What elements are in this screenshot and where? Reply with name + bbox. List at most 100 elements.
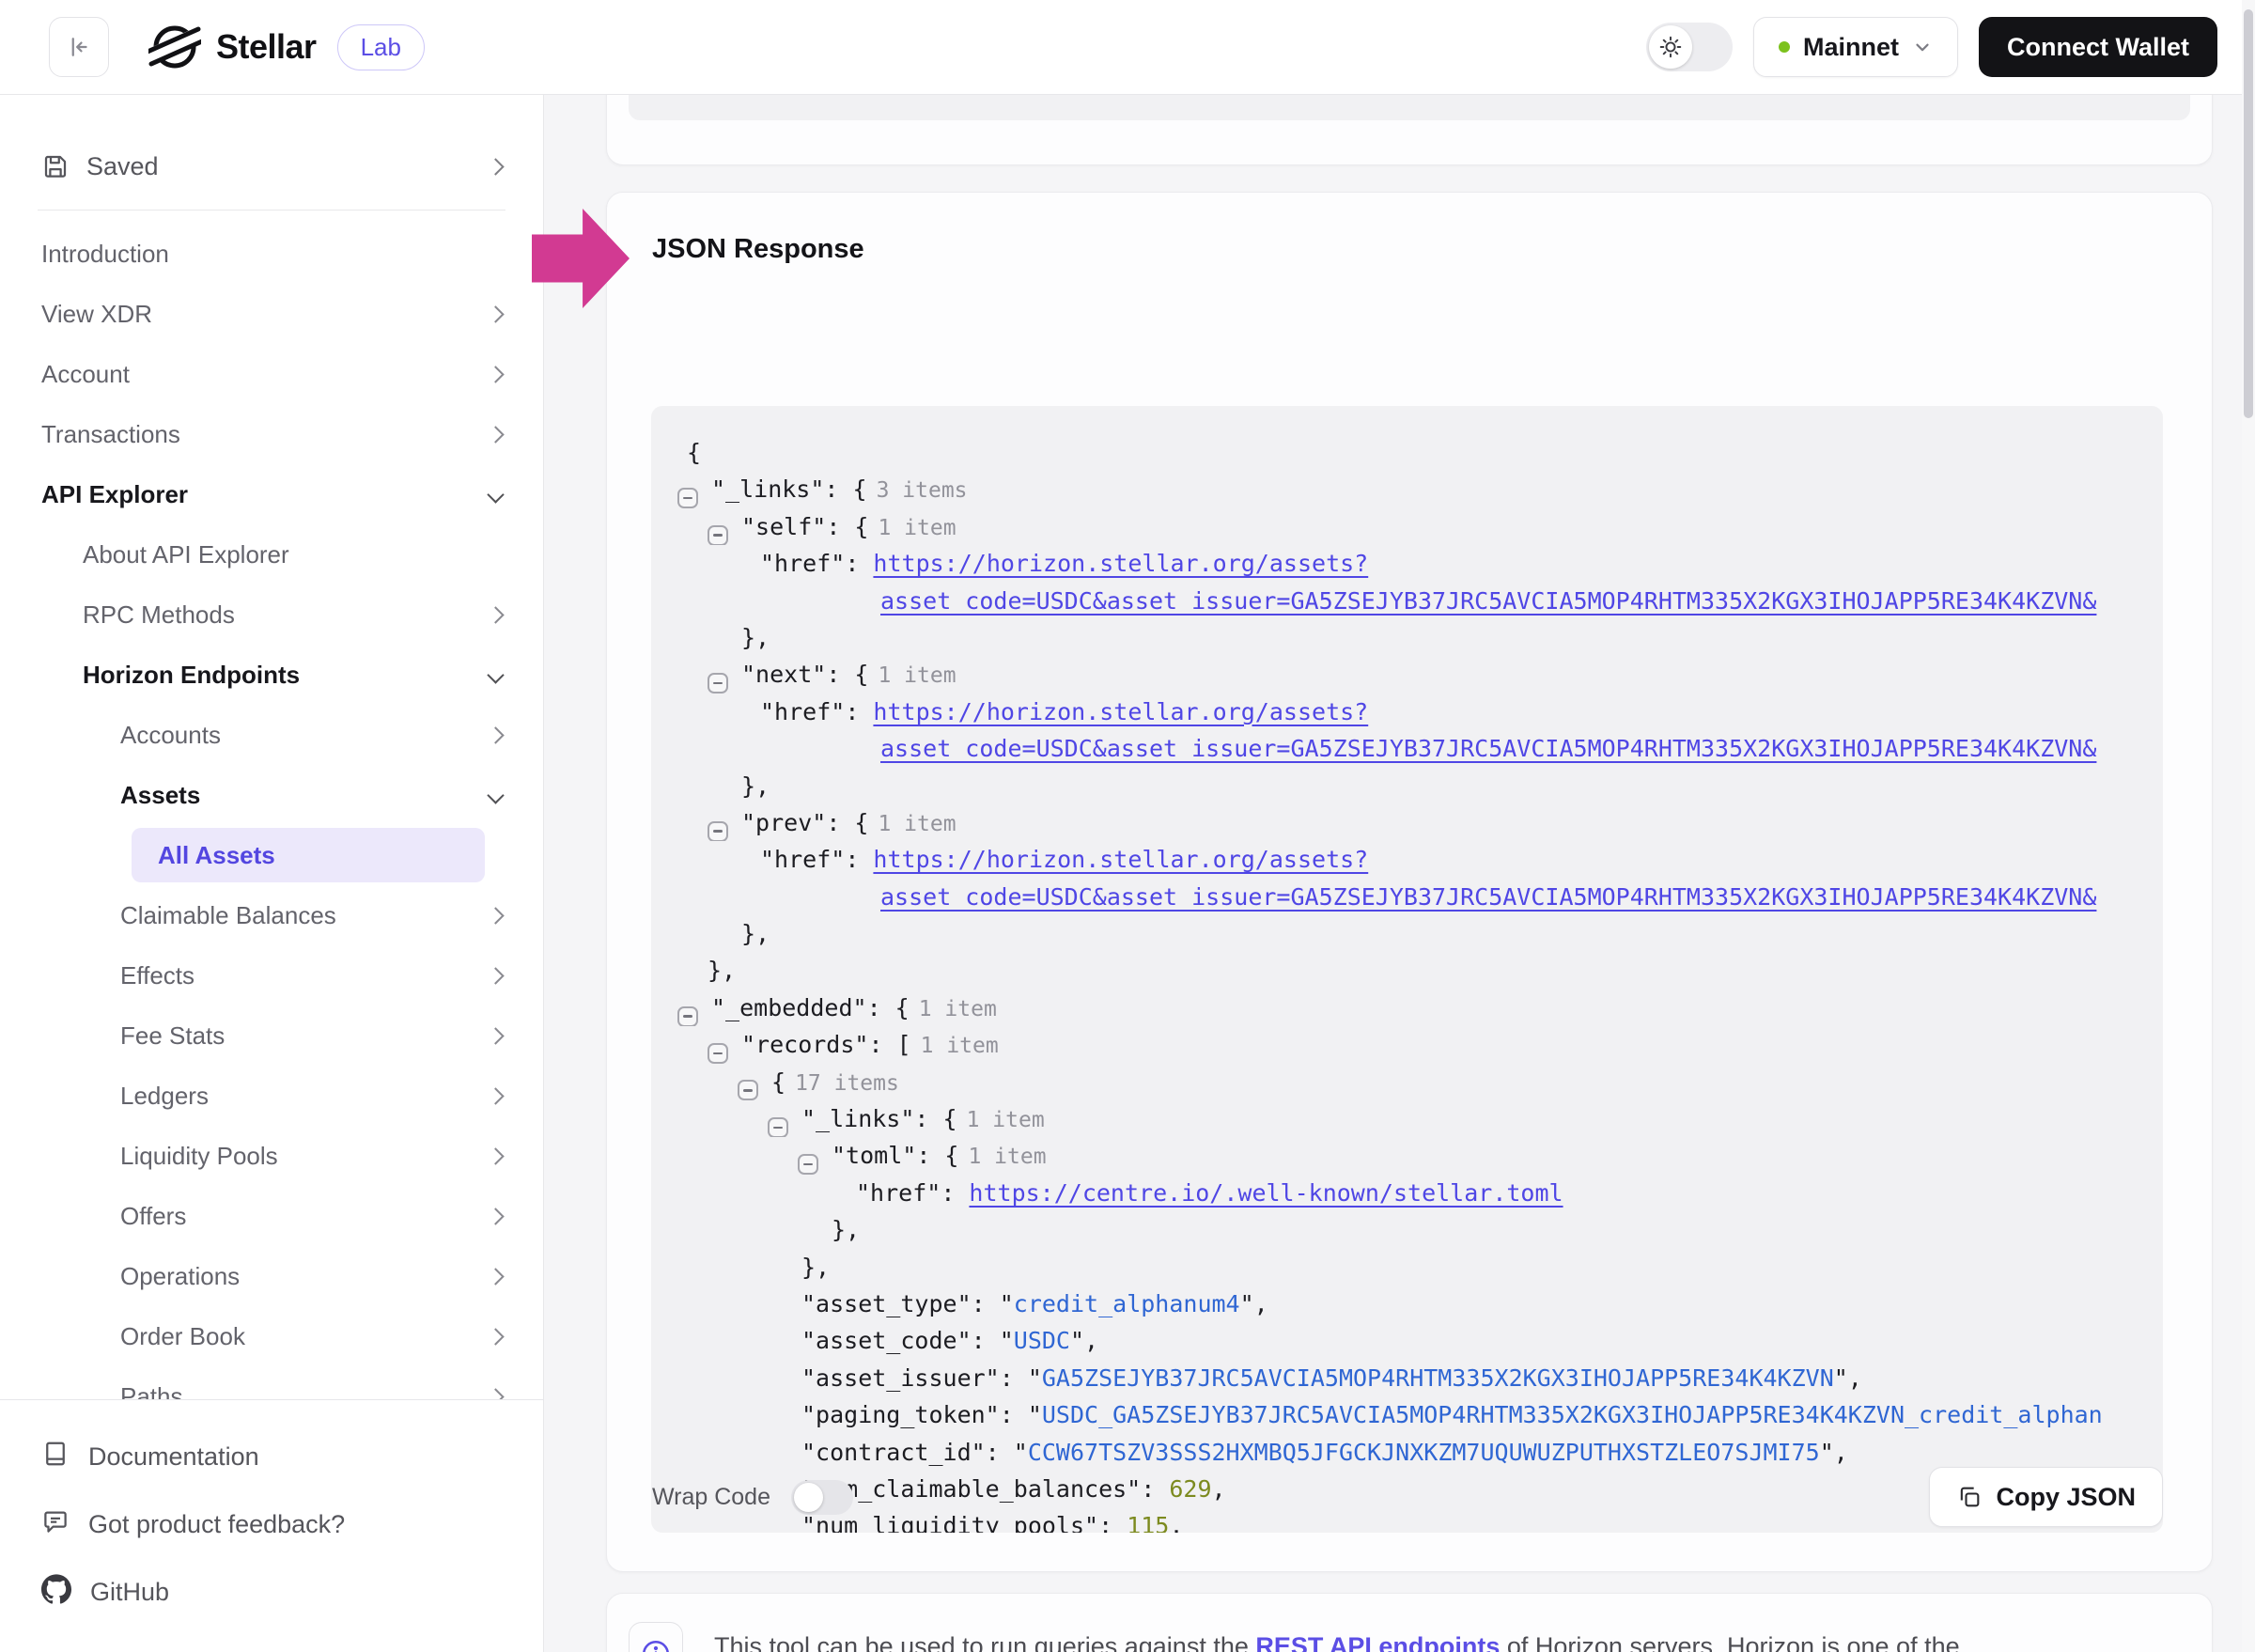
sidebar-item-ledgers[interactable]: Ledgers [0,1066,543,1126]
sidebar-item-all-assets[interactable]: All Assets [0,825,543,885]
json-link[interactable]: https://horizon.stellar.org/assets? [873,846,1368,873]
sidebar-item-rpc-methods[interactable]: RPC Methods [0,584,543,645]
json-link[interactable]: asset_code=USDC&asset_issuer=GA5ZSEJYB37… [880,735,2096,762]
sidebar-item-label: Introduction [41,240,169,269]
json-key: "href" [760,846,845,873]
sidebar-item-horizon-endpoints[interactable]: Horizon Endpoints [0,645,543,705]
collapse-toggle-icon[interactable] [708,673,728,694]
json-key: "href" [856,1179,941,1207]
chevron-right-icon [487,158,504,175]
network-select[interactable]: Mainnet [1753,17,1958,77]
json-item-count: 1 item [921,1034,999,1058]
json-punctuation: : { [916,1142,958,1169]
json-line: }, [677,1249,2163,1286]
wrap-code-toggle[interactable] [791,1480,853,1515]
json-punctuation: : [845,550,873,577]
sidebar-item-accounts[interactable]: Accounts [0,705,543,765]
json-punctuation: { [687,439,701,466]
page-scrollbar[interactable] [2242,0,2255,1652]
chevron-right-icon [487,426,504,443]
sidebar-footer-label: Documentation [88,1442,259,1472]
json-line: }, [677,1211,2163,1248]
sidebar-item-liquidity-pools[interactable]: Liquidity Pools [0,1126,543,1186]
sidebar-item-label: Account [41,360,130,389]
json-link[interactable]: https://centre.io/.well-known/stellar.to… [969,1179,1563,1207]
sidebar-item-label: Offers [120,1202,186,1231]
json-viewer: {"_links": {3 items"self": {1 item"href"… [651,406,2163,1533]
json-line: }, [677,619,2163,656]
json-punctuation: : { [914,1105,956,1132]
json-punctuation: : [941,1179,969,1207]
json-link[interactable]: https://horizon.stellar.org/assets? [873,698,1368,725]
sidebar-footer-github[interactable]: GitHub [0,1558,543,1626]
chevron-right-icon [487,366,504,382]
collapse-toggle-icon[interactable] [708,821,728,842]
sidebar-item-view-xdr[interactable]: View XDR [0,284,543,344]
brand-logo[interactable]: Stellar [148,21,317,73]
sidebar: Saved Introduction View XDR Account Transac… [0,95,544,1652]
sidebar-item-account[interactable]: Account [0,344,543,404]
sidebar-footer-documentation[interactable]: Documentation [0,1423,543,1490]
network-status-dot [1779,41,1790,53]
main-content: JSON Response {"_links": {3 items"self":… [544,95,2255,1652]
sidebar-item-api-explorer[interactable]: API Explorer [0,464,543,524]
json-line: "toml": {1 item [677,1137,2163,1174]
json-line: }, [677,915,2163,952]
sidebar-item-order-book[interactable]: Order Book [0,1306,543,1366]
info-text: This tool can be used to run queries aga… [714,1628,1960,1652]
sidebar-item-label: Assets [120,781,200,810]
sidebar-item-introduction[interactable]: Introduction [0,224,543,284]
sidebar-item-operations[interactable]: Operations [0,1246,543,1306]
sidebar-item-paths[interactable]: Paths [0,1366,543,1399]
sidebar-item-effects[interactable]: Effects [0,945,543,1005]
json-punctuation: : { [826,513,868,540]
collapse-toggle-icon[interactable] [768,1117,788,1138]
json-link[interactable]: asset_code=USDC&asset_issuer=GA5ZSEJYB37… [880,587,2096,615]
collapse-toggle-icon[interactable] [798,1154,818,1175]
json-link[interactable]: https://horizon.stellar.org/assets? [873,550,1368,577]
sidebar-item-label: Accounts [120,721,221,750]
sidebar-footer-got-product-feedback[interactable]: Got product feedback? [0,1490,543,1558]
collapse-sidebar-button[interactable] [49,17,109,77]
theme-toggle[interactable] [1646,23,1733,71]
collapse-toggle-icon[interactable] [677,1006,698,1027]
json-punctuation: }, [801,1254,830,1281]
json-key: "toml" [832,1142,916,1169]
sidebar-item-claimable-balances[interactable]: Claimable Balances [0,885,543,945]
json-key: "href" [760,698,845,725]
json-line: "href": https://centre.io/.well-known/st… [677,1175,2163,1211]
json-item-count: 1 item [967,1108,1045,1132]
json-punctuation: : [ [868,1031,910,1058]
json-line: asset_code=USDC&asset_issuer=GA5ZSEJYB37… [677,730,2163,767]
json-item-count: 3 items [877,478,968,503]
chevron-right-icon [487,967,504,984]
sidebar-item-fee-stats[interactable]: Fee Stats [0,1005,543,1066]
collapse-toggle-icon[interactable] [708,525,728,546]
sidebar-item-label: Horizon Endpoints [83,661,300,690]
copy-json-button[interactable]: Copy JSON [1929,1467,2163,1527]
rest-api-endpoints-link[interactable]: REST API endpoints [1255,1632,1500,1652]
scrollbar-thumb[interactable] [2244,9,2253,418]
json-punctuation: ", [1834,1364,1862,1392]
collapse-toggle-icon[interactable] [738,1080,758,1100]
sidebar-item-about-api-explorer[interactable]: About API Explorer [0,524,543,584]
collapse-toggle-icon[interactable] [708,1043,728,1064]
sidebar-item-label: Ledgers [120,1082,209,1111]
json-line: "_embedded": {1 item [677,990,2163,1026]
json-link[interactable]: asset_code=USDC&asset_issuer=GA5ZSEJYB37… [880,883,2096,911]
sidebar-item-saved[interactable]: Saved [0,136,543,196]
previous-section-card [606,95,2213,165]
json-string-value: USDC [1014,1327,1070,1354]
previous-section-field [629,95,2190,120]
collapse-left-icon [65,33,93,61]
sidebar-item-assets[interactable]: Assets [0,765,543,825]
sidebar-item-offers[interactable]: Offers [0,1186,543,1246]
sidebar-item-label: Effects [120,961,194,990]
collapse-toggle-icon[interactable] [677,488,698,508]
json-item-count: 1 item [878,812,956,836]
connect-wallet-button[interactable]: Connect Wallet [1979,17,2217,77]
sidebar-footer-label: GitHub [90,1578,169,1607]
json-punctuation: : { [826,661,868,688]
sidebar-item-transactions[interactable]: Transactions [0,404,543,464]
json-line: "paging_token": "USDC_GA5ZSEJYB37JRC5AVC… [677,1396,2163,1433]
